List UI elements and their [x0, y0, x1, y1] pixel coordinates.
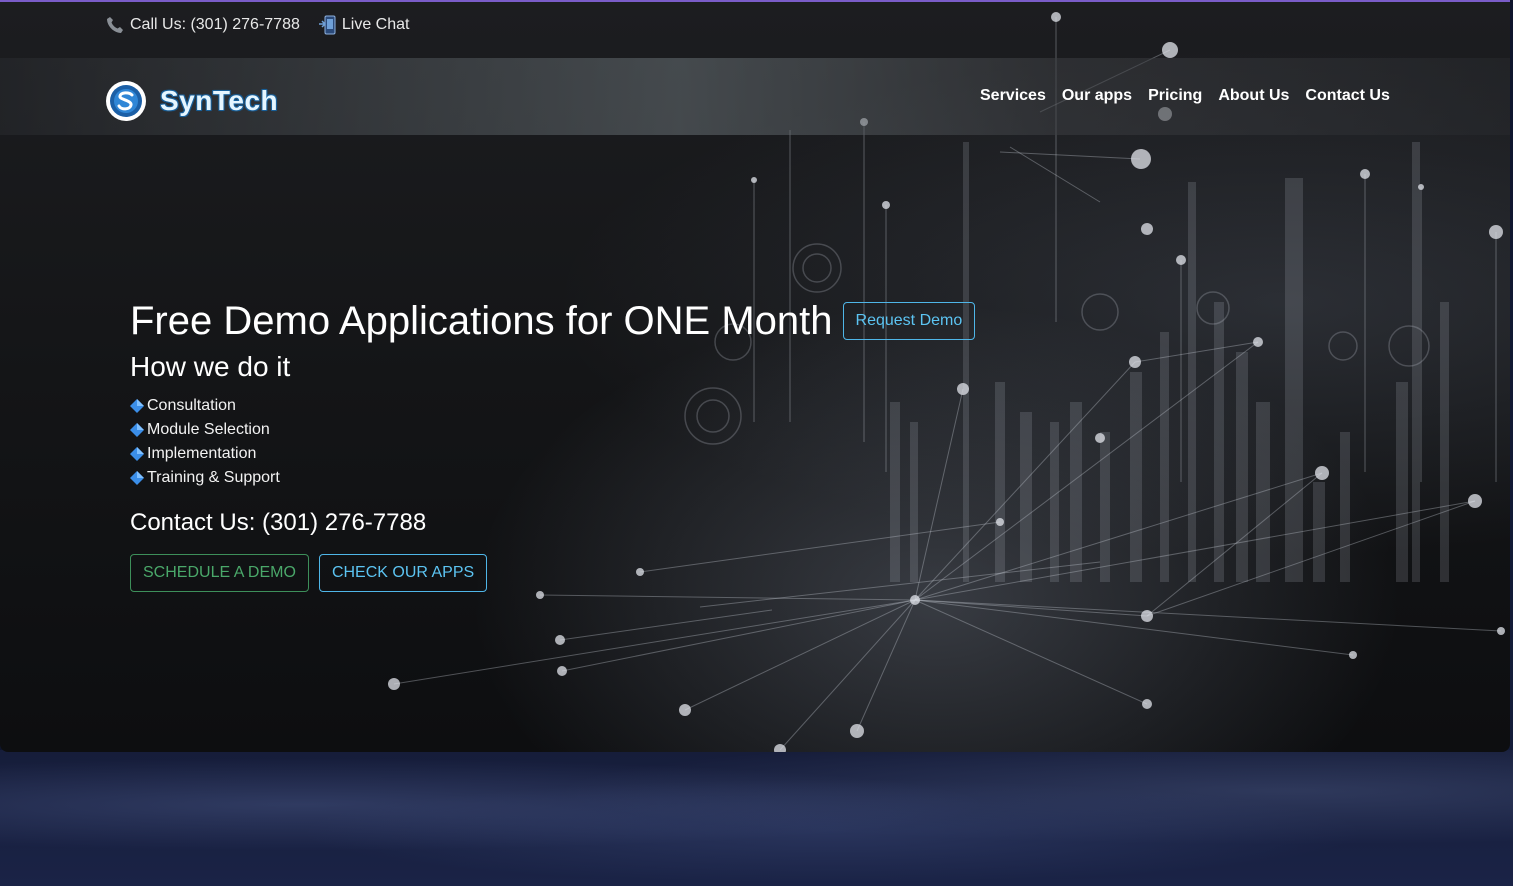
nav-contact-us[interactable]: Contact Us: [1305, 87, 1389, 105]
call-us-label: Call Us: (301) 276-7788: [130, 16, 300, 33]
main-navbar: SynTech Services Our apps Pricing About …: [0, 58, 1510, 135]
live-chat-label: Live Chat: [341, 16, 410, 33]
contact-phone: Contact Us: (301) 276-7788: [130, 509, 427, 536]
hero-headline: Free Demo Applications for ONE Month: [130, 299, 833, 343]
top-contact-bar: Call Us: (301) 276-7788 Live Chat: [106, 14, 409, 36]
step-label: Module Selection: [147, 421, 270, 438]
headline-row: Free Demo Applications for ONE Month Req…: [130, 298, 976, 344]
nav-about-us[interactable]: About Us: [1218, 87, 1289, 105]
step-label: Consultation: [147, 397, 236, 414]
hero-section: Call Us: (301) 276-7788 Live Chat SynTec…: [0, 0, 1510, 752]
blue-diamond-icon: [130, 399, 144, 413]
request-demo-button[interactable]: Request Demo: [842, 302, 976, 340]
background-texture: [0, 750, 1513, 886]
primary-nav: Services Our apps Pricing About Us Conta…: [980, 87, 1390, 105]
cta-buttons: SCHEDULE A DEMO CHECK OUR APPS: [130, 554, 975, 592]
how-we-do-it-heading: How we do it: [130, 351, 291, 382]
step-label: Implementation: [147, 445, 257, 462]
brand-name: SynTech: [160, 85, 279, 116]
process-steps-list: Consultation Module Selection Implementa…: [130, 394, 975, 490]
check-apps-button[interactable]: CHECK OUR APPS: [318, 554, 488, 592]
blue-diamond-icon: [130, 423, 144, 437]
call-us-link[interactable]: Call Us: (301) 276-7788: [106, 16, 300, 34]
list-item: Module Selection: [130, 418, 975, 442]
syntech-logo-icon: [106, 81, 146, 121]
step-label: Training & Support: [147, 469, 280, 486]
nav-services[interactable]: Services: [980, 87, 1046, 105]
nav-pricing[interactable]: Pricing: [1148, 87, 1202, 105]
hero-content: Free Demo Applications for ONE Month Req…: [130, 298, 976, 592]
brand-logo[interactable]: SynTech: [106, 81, 278, 121]
nav-our-apps[interactable]: Our apps: [1062, 87, 1132, 105]
phone-icon: [107, 17, 123, 33]
list-item: Consultation: [130, 394, 975, 418]
blue-diamond-icon: [130, 471, 144, 485]
blue-diamond-icon: [130, 447, 144, 461]
live-chat-link[interactable]: Live Chat: [318, 15, 410, 35]
schedule-demo-button[interactable]: SCHEDULE A DEMO: [130, 554, 309, 592]
mobile-chat-icon: [318, 15, 336, 35]
list-item: Training & Support: [130, 466, 975, 490]
list-item: Implementation: [130, 442, 975, 466]
